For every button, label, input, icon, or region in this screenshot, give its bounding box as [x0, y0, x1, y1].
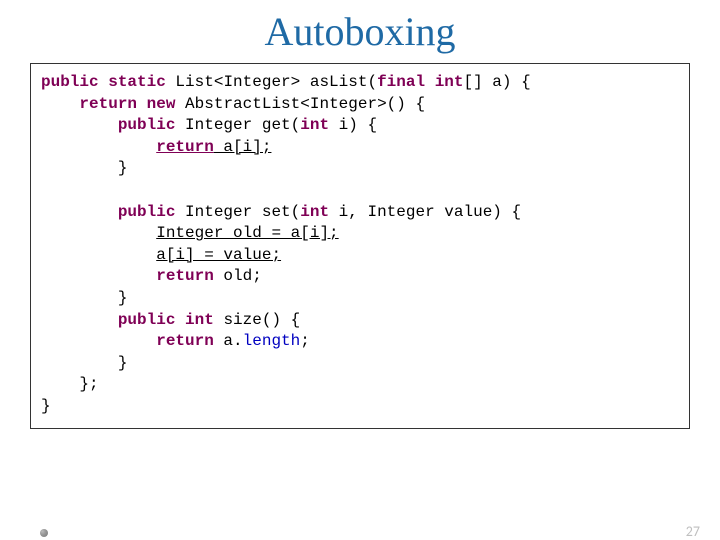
kw-static: static: [108, 73, 166, 91]
kw-int: int: [185, 311, 214, 329]
slide: Autoboxing public static List<Integer> a…: [0, 8, 720, 540]
code-content: public static List<Integer> asList(final…: [41, 72, 679, 418]
kw-return: return: [156, 138, 214, 156]
kw-return: return: [156, 267, 214, 285]
kw-public: public: [118, 203, 176, 221]
kw-return: return: [79, 95, 137, 113]
kw-int: int: [300, 116, 329, 134]
kw-public: public: [41, 73, 99, 91]
kw-return: return: [156, 332, 214, 350]
bullet-icon: [40, 529, 48, 537]
slide-title: Autoboxing: [0, 8, 720, 55]
kw-new: new: [147, 95, 176, 113]
kw-final: final: [377, 73, 425, 91]
code-block: public static List<Integer> asList(final…: [30, 63, 690, 429]
slide-number: 27: [686, 523, 700, 540]
kw-int: int: [435, 73, 464, 91]
kw-int: int: [300, 203, 329, 221]
kw-public: public: [118, 311, 176, 329]
field-length: length: [243, 332, 301, 350]
kw-public: public: [118, 116, 176, 134]
